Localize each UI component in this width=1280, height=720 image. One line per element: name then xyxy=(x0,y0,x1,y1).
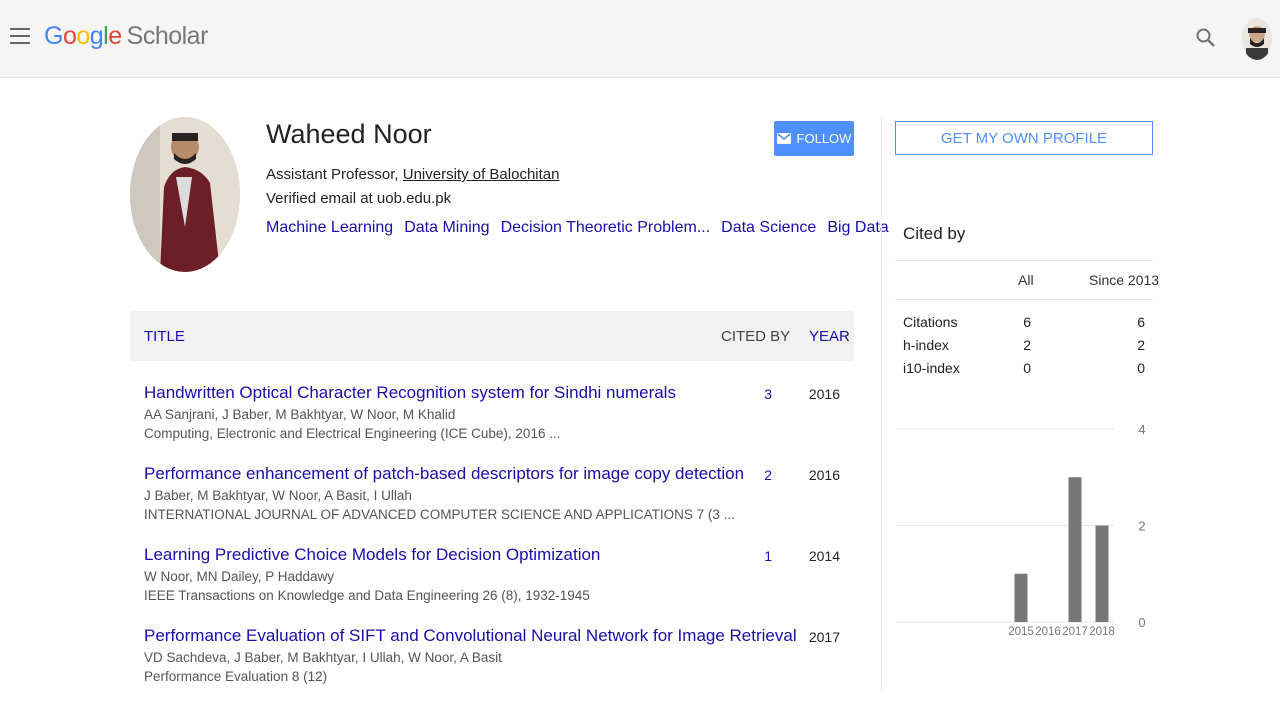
logo-product: Scholar xyxy=(126,22,209,50)
profile-photo xyxy=(130,117,240,272)
chart-x-tick-label: 2018 xyxy=(1089,626,1115,638)
article-venue: Performance Evaluation 8 (12) xyxy=(144,669,328,684)
divider xyxy=(895,299,1153,300)
logo-letter: o xyxy=(76,22,90,50)
stat-label: h-index xyxy=(903,337,949,353)
chart-y-tick-label: 2 xyxy=(1138,519,1145,534)
stat-all: 2 xyxy=(1023,337,1031,353)
stats-col-all: All xyxy=(1018,272,1034,288)
position-text: Assistant Professor, xyxy=(266,166,403,183)
stat-label: Citations xyxy=(903,314,958,330)
chart-y-tick-label: 0 xyxy=(1138,615,1145,630)
cited-by-count-link[interactable]: 3 xyxy=(730,386,772,402)
table-row: Handwritten Optical Character Recognitio… xyxy=(130,383,854,461)
article-title-link[interactable]: Handwritten Optical Character Recognitio… xyxy=(144,383,676,403)
article-title-link[interactable]: Learning Predictive Choice Models for De… xyxy=(144,545,600,565)
article-year: 2017 xyxy=(808,629,840,645)
article-authors: AA Sanjrani, J Baber, M Bakhtyar, W Noor… xyxy=(144,407,456,422)
follow-button[interactable]: FOLLOW xyxy=(774,121,854,156)
table-row: Performance enhancement of patch-based d… xyxy=(130,464,854,542)
column-divider xyxy=(881,118,882,690)
stats-row-citations: Citations 6 6 xyxy=(895,314,1153,334)
envelope-icon xyxy=(776,133,791,144)
article-title-link[interactable]: Performance Evaluation of SIFT and Convo… xyxy=(144,626,797,646)
logo-letter: g xyxy=(89,22,104,50)
research-interests: Machine Learning Data Mining Decision Theo… xyxy=(266,219,900,237)
logo-letter: o xyxy=(62,22,77,50)
article-authors: W Noor, MN Dailey, P Haddawy xyxy=(144,569,335,584)
search-icon[interactable] xyxy=(1195,27,1217,49)
stats-row-i10-index: i10-index 0 0 xyxy=(895,360,1153,380)
chart-bar-2015[interactable] xyxy=(1014,573,1028,622)
table-row: Performance Evaluation of SIFT and Convo… xyxy=(130,626,854,704)
chart-x-tick-label: 2017 xyxy=(1062,626,1088,638)
interest-link[interactable]: Data Science xyxy=(721,219,816,236)
stats-row-h-index: h-index 2 2 xyxy=(895,337,1153,357)
interest-link[interactable]: Big Data xyxy=(827,219,888,236)
hamburger-menu-icon[interactable] xyxy=(10,28,30,46)
verified-email: Verified email at uob.edu.pk xyxy=(266,190,452,207)
cited-by-title: Cited by xyxy=(903,224,966,243)
logo-letter: e xyxy=(108,22,122,50)
article-authors: J Baber, M Bakhtyar, W Noor, A Basit, I … xyxy=(144,488,412,503)
chart-bar-2018[interactable] xyxy=(1095,525,1109,623)
article-authors: VD Sachdeva, J Baber, M Bakhtyar, I Ulla… xyxy=(144,650,502,665)
stat-since: 2 xyxy=(1137,337,1145,353)
table-row: Learning Predictive Choice Models for De… xyxy=(130,545,854,623)
divider xyxy=(895,260,1153,261)
articles-table-header: TITLE CITED BY YEAR xyxy=(130,311,854,361)
stat-all: 0 xyxy=(1023,360,1031,376)
stats-col-since: Since 2013 xyxy=(1089,272,1160,288)
profile-name: Waheed Noor xyxy=(266,119,432,149)
stat-all: 6 xyxy=(1023,314,1031,330)
article-venue: IEEE Transactions on Knowledge and Data … xyxy=(144,588,590,603)
interest-link[interactable]: Decision Theoretic Problem... xyxy=(501,219,711,236)
get-my-own-profile-button[interactable]: GET MY OWN PROFILE xyxy=(895,121,1153,155)
cited-by-header: CITED BY xyxy=(721,328,791,345)
top-bar: Google Scholar xyxy=(0,0,1280,78)
university-link[interactable]: University of Balochitan xyxy=(403,166,560,183)
article-venue: INTERNATIONAL JOURNAL OF ADVANCED COMPUT… xyxy=(144,507,735,522)
chart-x-tick-label: 2015 xyxy=(1008,626,1034,638)
article-year: 2014 xyxy=(808,548,840,564)
cited-by-count-link[interactable]: 1 xyxy=(730,548,772,564)
logo-letter: G xyxy=(44,22,63,50)
article-year: 2016 xyxy=(808,386,840,402)
profile-affiliation: Assistant Professor, University of Baloc… xyxy=(266,166,559,183)
account-avatar[interactable] xyxy=(1242,18,1272,60)
stat-since: 6 xyxy=(1137,314,1145,330)
interest-link[interactable]: Machine Learning xyxy=(266,219,393,236)
chart-y-tick-label: 4 xyxy=(1138,422,1145,437)
google-scholar-logo[interactable]: Google Scholar xyxy=(44,22,208,51)
chart-x-tick-label: 2016 xyxy=(1035,626,1061,638)
cited-by-count-link[interactable]: 2 xyxy=(730,467,772,483)
article-title-link[interactable]: Performance enhancement of patch-based d… xyxy=(144,464,744,484)
article-year: 2016 xyxy=(808,467,840,483)
interest-link[interactable]: Data Mining xyxy=(404,219,489,236)
sort-by-title[interactable]: TITLE xyxy=(144,328,185,345)
stat-label: i10-index xyxy=(903,360,960,376)
stat-since: 0 xyxy=(1137,360,1145,376)
citations-bar-chart: 0 2 4 2015 2016 2017 2018 xyxy=(896,422,1146,638)
article-venue: Computing, Electronic and Electrical Eng… xyxy=(144,426,561,441)
sort-by-year[interactable]: YEAR xyxy=(809,328,850,345)
chart-bar-2017[interactable] xyxy=(1068,477,1082,622)
follow-label: FOLLOW xyxy=(796,131,852,146)
